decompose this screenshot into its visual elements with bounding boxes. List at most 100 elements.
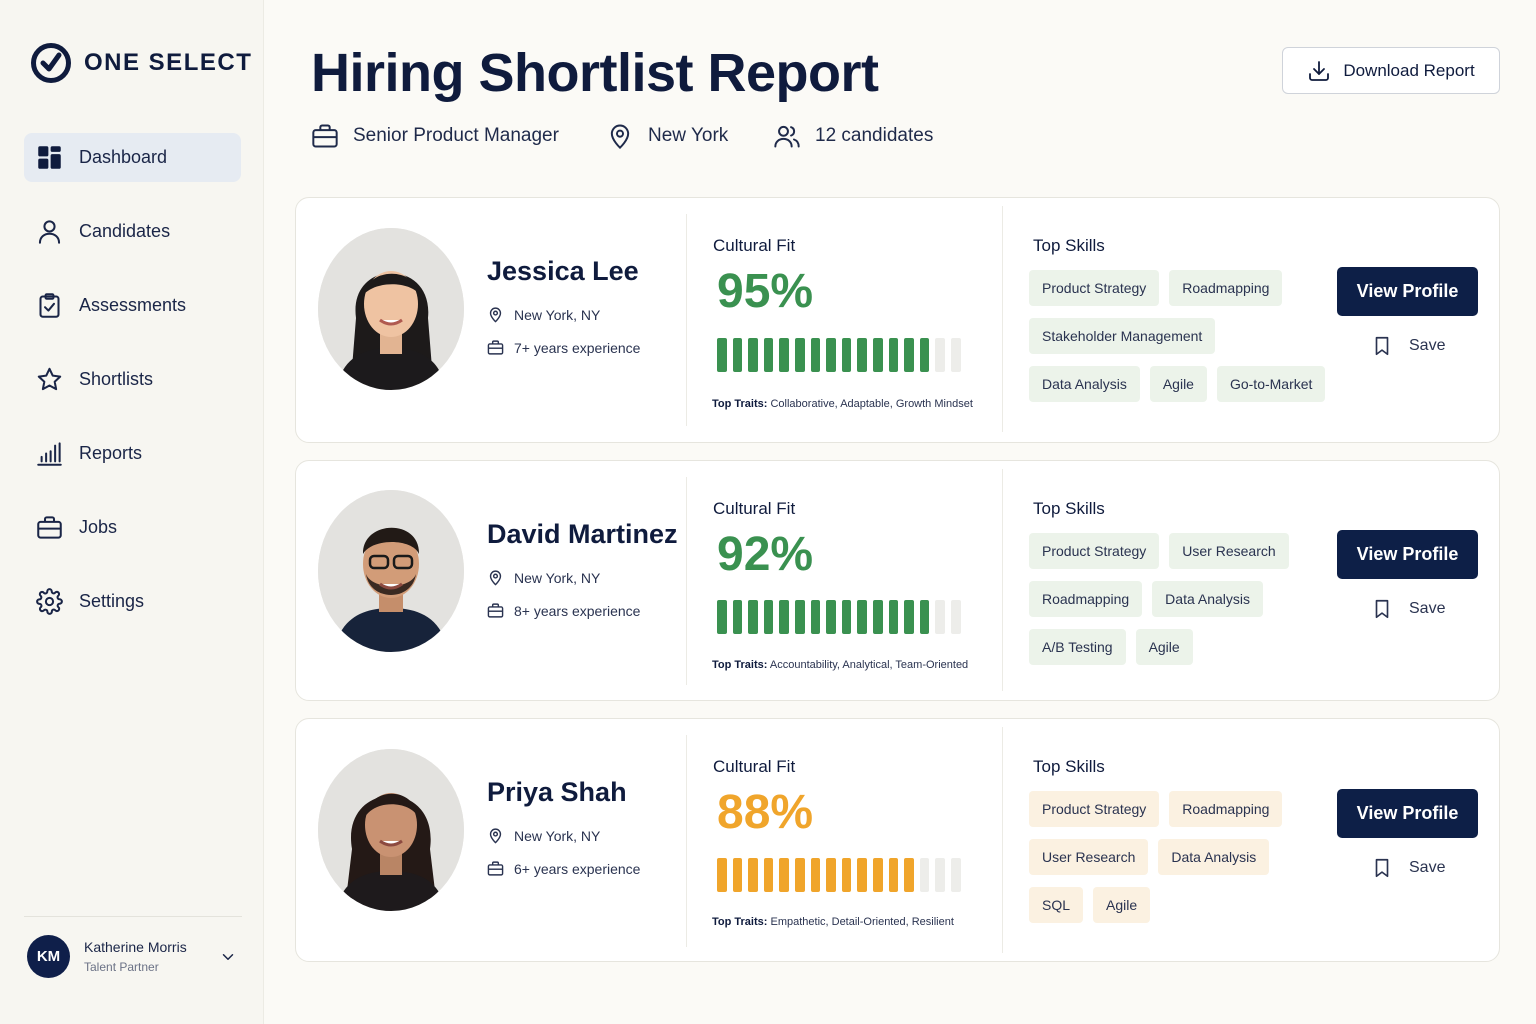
candidate-experience-text: 8+ years experience <box>514 602 641 619</box>
candidate-location: New York, NY <box>487 306 600 323</box>
candidate-card: Priya Shah New York, NY 6+ years experie… <box>295 718 1500 962</box>
fit-segment-filled <box>810 858 821 892</box>
users-icon <box>774 125 800 148</box>
top-traits: Top Traits: Accountability, Analytical, … <box>712 659 968 671</box>
fit-segment-filled <box>748 338 758 372</box>
divider <box>686 214 687 426</box>
save-label: Save <box>1409 337 1446 354</box>
candidate-count: 12 candidates <box>773 122 933 150</box>
candidate-photo <box>318 490 464 652</box>
candidate-experience: 8+ years experience <box>487 602 640 619</box>
brand[interactable]: ONE SELECT <box>30 42 252 84</box>
top-skills-label: Top Skills <box>1033 499 1105 518</box>
fit-segment-empty <box>919 858 930 892</box>
candidate-count-text: 12 candidates <box>815 125 934 146</box>
top-traits-label: Top Traits: <box>712 398 768 410</box>
fit-segment-filled <box>888 338 899 372</box>
briefcase-icon <box>37 516 62 539</box>
fit-segment-filled <box>794 858 805 892</box>
fit-segment-filled <box>717 600 727 634</box>
cultural-fit-label: Cultural Fit <box>713 236 796 255</box>
view-profile-button[interactable]: View Profile <box>1337 267 1478 316</box>
fit-segment-empty <box>935 600 945 634</box>
save-button[interactable]: Save <box>1371 857 1445 879</box>
save-button[interactable]: Save <box>1371 598 1445 620</box>
job-role-text: Senior Product Manager <box>353 125 559 146</box>
fit-segment-filled <box>717 858 727 892</box>
top-traits-text: Empathetic, Detail-Oriented, Resilient <box>770 916 954 928</box>
fit-segment-filled <box>841 338 852 372</box>
sidebar-item-dashboard[interactable]: Dashboard <box>24 133 241 182</box>
fit-segment-filled <box>826 600 836 634</box>
fit-segment-filled <box>763 600 774 634</box>
candidate-location: New York, NY <box>487 827 600 844</box>
top-traits-label: Top Traits: <box>712 916 768 928</box>
top-traits-text: Collaborative, Adaptable, Growth Mindset <box>770 398 973 410</box>
sidebar-item-label: Candidates <box>79 221 171 241</box>
fit-segment-filled <box>857 858 867 892</box>
sidebar-item-assessments[interactable]: Assessments <box>24 281 241 330</box>
top-skills-label: Top Skills <box>1033 236 1105 255</box>
location-pin-icon <box>489 570 502 586</box>
avatar: KM <box>27 935 70 978</box>
fit-segment-filled <box>919 600 930 634</box>
download-icon <box>1309 60 1330 81</box>
sidebar-item-settings[interactable]: Settings <box>24 577 241 626</box>
sidebar-item-reports[interactable]: Reports <box>24 429 241 478</box>
save-label: Save <box>1409 600 1446 617</box>
fit-segment-filled <box>717 338 727 372</box>
sidebar-item-jobs[interactable]: Jobs <box>24 503 241 552</box>
divider <box>686 735 687 947</box>
fit-segment-filled <box>841 600 852 634</box>
skill-chip: Product Strategy <box>1029 270 1160 306</box>
user-menu[interactable]: KM Katherine Morris Talent Partner <box>27 935 237 978</box>
skill-chip: Agile <box>1149 366 1207 402</box>
chevron-down-icon[interactable] <box>219 948 237 966</box>
save-button[interactable]: Save <box>1371 335 1445 357</box>
skill-chip: Product Strategy <box>1029 533 1160 569</box>
sidebar-item-label: Dashboard <box>79 147 168 167</box>
sidebar: ONE SELECT Dashboard Candidates Assessme… <box>0 0 264 1024</box>
skill-chip: Data Analysis <box>1152 581 1263 617</box>
fit-segment-empty <box>950 600 961 634</box>
user-role: Talent Partner <box>84 960 159 974</box>
save-label: Save <box>1409 859 1446 876</box>
fit-segment-filled <box>810 338 821 372</box>
fit-segment-filled <box>919 338 930 372</box>
fit-segment-filled <box>872 858 883 892</box>
fit-segment-filled <box>857 338 867 372</box>
candidate-location-text: New York, NY <box>514 827 601 844</box>
divider <box>1002 469 1003 691</box>
brand-name: ONE SELECT <box>84 49 253 76</box>
skill-chip: SQL <box>1029 887 1084 923</box>
candidate-location-text: New York, NY <box>514 569 601 586</box>
sidebar-item-shortlists[interactable]: Shortlists <box>24 355 241 404</box>
fit-segment-empty <box>935 858 945 892</box>
candidate-name: Jessica Lee <box>487 256 639 286</box>
fit-segment-filled <box>904 600 914 634</box>
job-role: Senior Product Manager <box>311 122 559 150</box>
fit-segment-filled <box>857 600 867 634</box>
fit-segment-filled <box>748 858 758 892</box>
fit-segment-filled <box>763 338 774 372</box>
view-profile-button[interactable]: View Profile <box>1337 530 1478 579</box>
fit-segment-filled <box>904 858 914 892</box>
skill-chip: User Research <box>1029 839 1149 875</box>
fit-segment-filled <box>872 600 883 634</box>
top-traits: Top Traits: Empathetic, Detail-Oriented,… <box>712 916 954 928</box>
skill-chip: User Research <box>1169 533 1289 569</box>
bookmark-icon <box>1375 858 1389 878</box>
divider <box>1002 727 1003 953</box>
candidate-location-text: New York, NY <box>514 306 601 323</box>
logo-icon <box>31 43 71 83</box>
sidebar-item-label: Settings <box>79 591 145 611</box>
download-report-button[interactable]: Download Report <box>1282 47 1500 94</box>
top-traits-label: Top Traits: <box>712 659 768 671</box>
bookmark-icon <box>1375 336 1389 356</box>
location-pin-icon <box>489 828 502 844</box>
candidate-name: David Martinez <box>487 519 678 549</box>
view-profile-button[interactable]: View Profile <box>1337 789 1478 838</box>
skill-chip: Data Analysis <box>1158 839 1270 875</box>
sidebar-item-candidates[interactable]: Candidates <box>24 207 241 256</box>
candidate-photo <box>318 749 464 911</box>
